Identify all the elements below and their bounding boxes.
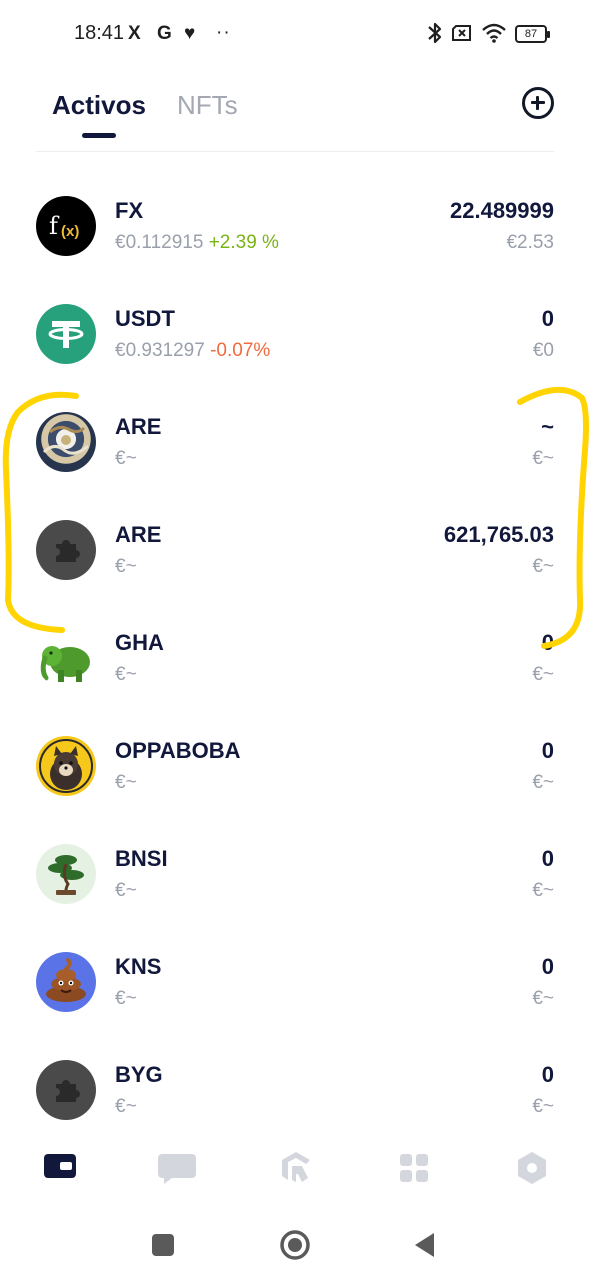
asset-balance: 0 (541, 954, 554, 979)
bonsai-tree-icon (36, 844, 96, 904)
asset-price: €~ (115, 1096, 137, 1117)
asset-row-bnsi[interactable]: BNSI €~ 0 €~ (0, 844, 590, 952)
puzzle-placeholder-icon (36, 1060, 96, 1120)
settings-hexagon-icon[interactable] (508, 1148, 556, 1188)
asset-name: BYG (115, 1062, 163, 1087)
dog-portrait-icon (36, 736, 96, 796)
asset-name: OPPABOBA (115, 738, 241, 763)
asset-row-kns[interactable]: KNS €~ 0 €~ (0, 952, 590, 1060)
asset-fiat-value: €~ (532, 1096, 554, 1117)
asset-price: €~ (115, 988, 137, 1009)
yellow-annotation-marks (2, 386, 589, 649)
asset-balance: 0 (541, 1062, 554, 1087)
recent-apps-button[interactable] (150, 1232, 176, 1258)
asset-row-oppaboba[interactable]: OPPABOBA €~ 0 €~ (0, 736, 590, 844)
asset-price: €~ (115, 880, 137, 901)
poop-emoji-icon (36, 952, 96, 1012)
bottom-tab-bar (0, 1124, 590, 1212)
wallet-icon[interactable] (40, 1148, 88, 1188)
system-nav-bar (0, 1212, 590, 1280)
asset-fiat-value: €~ (532, 772, 554, 793)
browser-logo-icon[interactable] (272, 1148, 320, 1188)
asset-row-byg[interactable]: BYG €~ 0 €~ (0, 1060, 590, 1124)
chat-icon[interactable] (154, 1148, 202, 1188)
apps-grid-icon[interactable] (390, 1148, 438, 1188)
asset-price: €~ (115, 772, 137, 793)
asset-balance: 0 (541, 738, 554, 763)
asset-balance: 0 (541, 846, 554, 871)
asset-name: BNSI (115, 846, 168, 871)
asset-fiat-value: €~ (532, 880, 554, 901)
home-button[interactable] (278, 1228, 312, 1262)
asset-fiat-value: €~ (532, 988, 554, 1009)
back-button[interactable] (412, 1230, 438, 1260)
asset-name: KNS (115, 954, 162, 979)
